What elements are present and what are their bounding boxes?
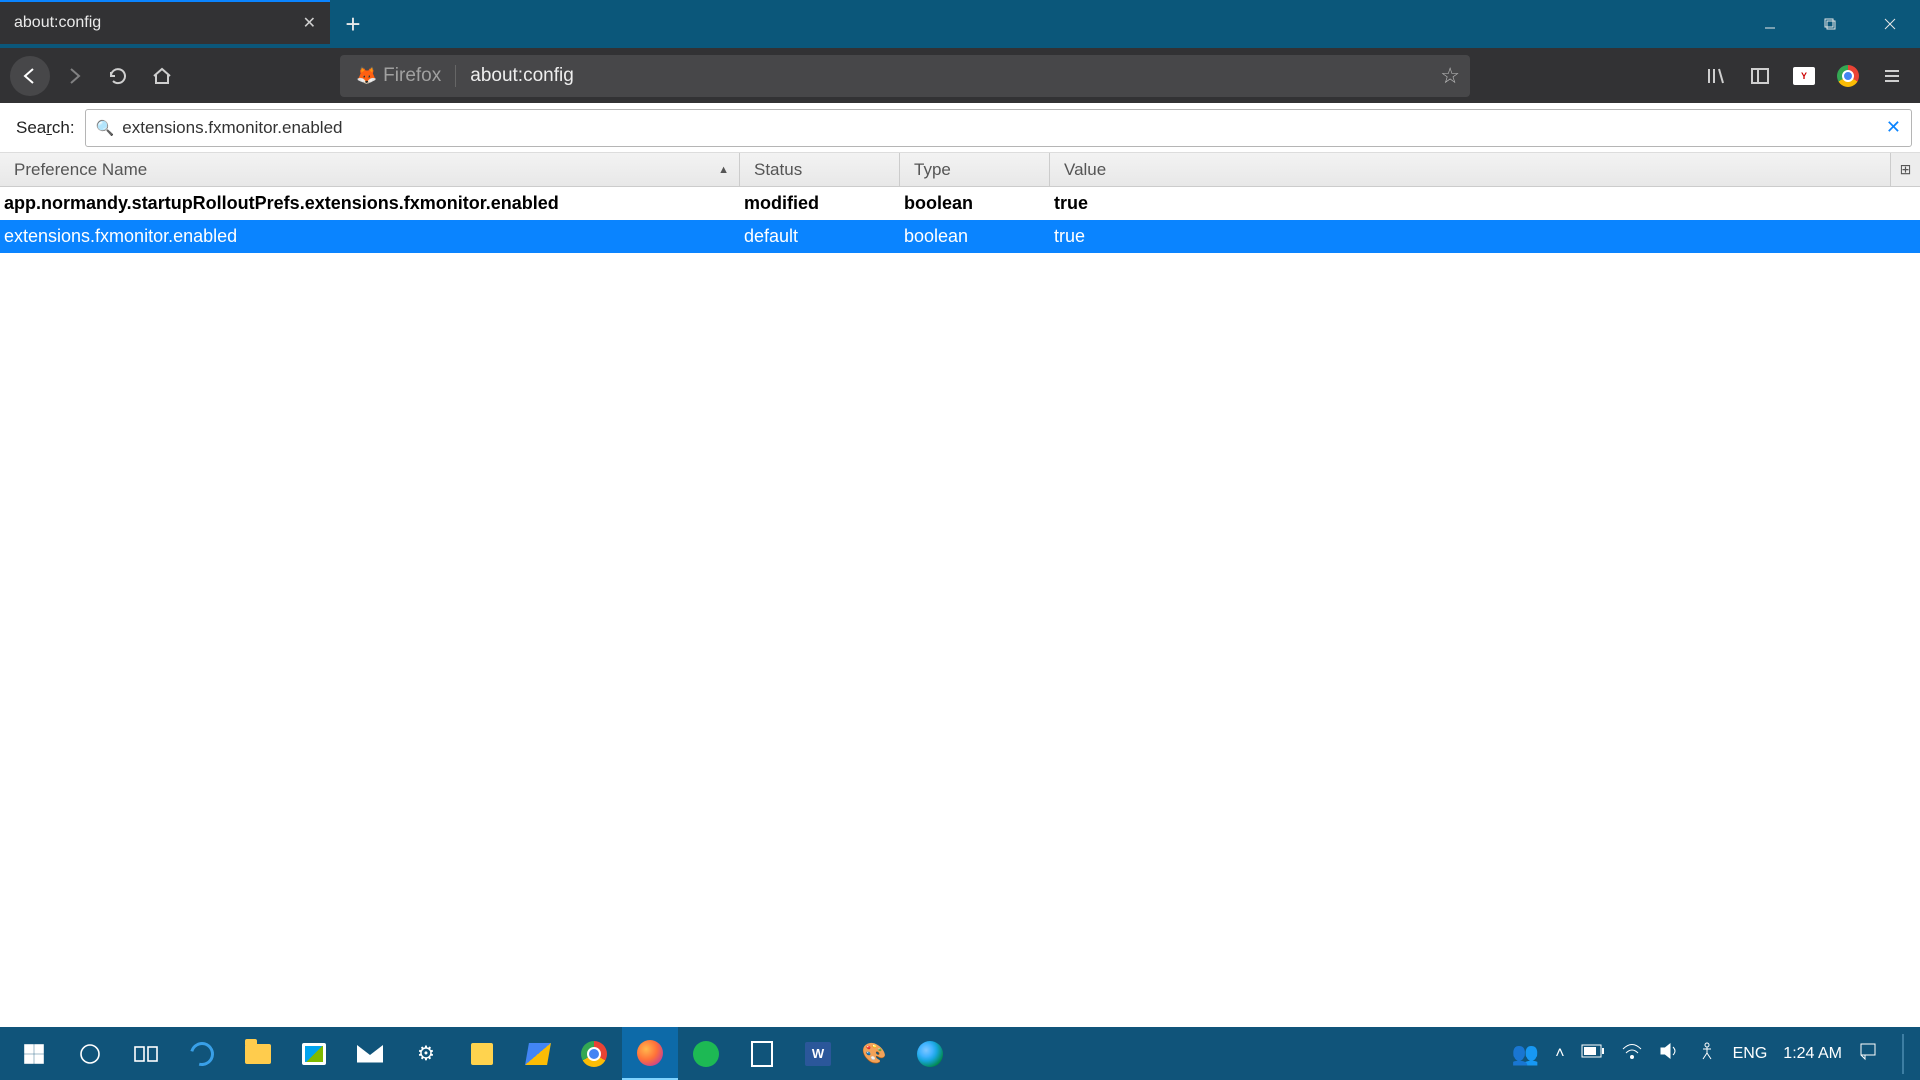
pref-name: extensions.fxmonitor.enabled (0, 226, 740, 247)
pref-status: default (740, 226, 900, 247)
taskbar-edge[interactable] (174, 1027, 230, 1080)
column-name-label: Preference Name (14, 160, 147, 180)
app-menu-button[interactable] (1874, 58, 1910, 94)
taskbar-firefox-dev[interactable] (902, 1027, 958, 1080)
clear-search-icon[interactable]: ✕ (1886, 117, 1901, 138)
palette-icon: 🎨 (860, 1040, 888, 1068)
taskbar-chrome[interactable] (566, 1027, 622, 1080)
tab-close-icon[interactable]: ✕ (303, 13, 316, 33)
tray-battery-icon[interactable] (1581, 1044, 1605, 1063)
column-type-label: Type (914, 160, 951, 180)
gear-icon: ⚙ (412, 1040, 440, 1068)
taskbar-calculator[interactable] (734, 1027, 790, 1080)
tray-clock[interactable]: 1:24 AM (1783, 1045, 1842, 1063)
taskbar-spotify[interactable] (678, 1027, 734, 1080)
search-icon: 🔍 (96, 119, 115, 137)
back-button[interactable] (10, 56, 50, 96)
column-value-label: Value (1064, 160, 1106, 180)
tab-title: about:config (14, 14, 101, 32)
pref-value: true (1050, 193, 1920, 214)
nav-toolbar: 🦊 Firefox about:config ☆ Y (0, 48, 1920, 103)
windows-taskbar: ⚙ W 🎨 👥 ˄ ENG 1:24 AM (0, 1027, 1920, 1080)
cortana-button[interactable] (62, 1027, 118, 1080)
taskbar-firefox[interactable] (622, 1027, 678, 1080)
taskbar-sticky-notes[interactable] (454, 1027, 510, 1080)
tray-wifi-icon[interactable] (1621, 1042, 1643, 1065)
search-label: Search: (8, 118, 75, 138)
taskbar-explorer[interactable] (230, 1027, 286, 1080)
bookmark-star-icon[interactable]: ☆ (1440, 63, 1460, 89)
urlbar-brand: Firefox (383, 65, 456, 87)
tray-notifications-icon[interactable] (1858, 1041, 1878, 1066)
taskbar-mail[interactable] (342, 1027, 398, 1080)
taskbar-paint[interactable]: 🎨 (846, 1027, 902, 1080)
system-tray: 👥 ˄ ENG 1:24 AM (1512, 1034, 1914, 1074)
column-type[interactable]: Type (900, 153, 1050, 186)
pref-type: boolean (900, 226, 1050, 247)
pref-table-body: app.normandy.startupRolloutPrefs.extensi… (0, 187, 1920, 253)
search-input[interactable] (122, 118, 1886, 138)
column-status[interactable]: Status (740, 153, 900, 186)
window-controls (1740, 0, 1920, 48)
tray-language[interactable]: ENG (1733, 1045, 1768, 1063)
window-minimize-button[interactable] (1740, 0, 1800, 48)
sort-indicator-icon: ▲ (718, 164, 729, 176)
reload-button[interactable] (98, 56, 138, 96)
pref-row[interactable]: extensions.fxmonitor.enableddefaultboole… (0, 220, 1920, 253)
column-status-label: Status (754, 160, 802, 180)
new-tab-button[interactable]: + (330, 0, 376, 48)
tray-volume-icon[interactable] (1659, 1042, 1681, 1065)
url-bar[interactable]: 🦊 Firefox about:config ☆ (340, 55, 1470, 97)
taskbar-settings[interactable]: ⚙ (398, 1027, 454, 1080)
column-value[interactable]: Value (1050, 153, 1920, 186)
pref-name: app.normandy.startupRolloutPrefs.extensi… (0, 193, 740, 214)
pref-row[interactable]: app.normandy.startupRolloutPrefs.extensi… (0, 187, 1920, 220)
extension-chrome-icon[interactable] (1830, 58, 1866, 94)
column-preference-name[interactable]: Preference Name ▲ (0, 153, 740, 186)
start-button[interactable] (6, 1027, 62, 1080)
library-icon[interactable] (1698, 58, 1734, 94)
show-desktop-button[interactable] (1902, 1034, 1904, 1074)
search-row: Search: 🔍 ✕ (0, 103, 1920, 153)
task-view-button[interactable] (118, 1027, 174, 1080)
pref-value: true (1050, 226, 1920, 247)
column-picker-icon[interactable]: ⊞ (1890, 153, 1920, 186)
tray-chevron-icon[interactable]: ˄ (1555, 1045, 1564, 1063)
titlebar: about:config ✕ + (0, 0, 1920, 48)
browser-tab[interactable]: about:config ✕ (0, 0, 330, 44)
taskbar-google-ads[interactable] (510, 1027, 566, 1080)
people-icon[interactable]: 👥 (1512, 1041, 1539, 1067)
taskbar-word[interactable]: W (790, 1027, 846, 1080)
firefox-icon: 🦊 (356, 66, 377, 86)
window-maximize-button[interactable] (1800, 0, 1860, 48)
search-box[interactable]: 🔍 ✕ (85, 109, 1912, 147)
urlbar-address: about:config (470, 65, 574, 87)
sidebar-icon[interactable] (1742, 58, 1778, 94)
window-close-button[interactable] (1860, 0, 1920, 48)
pref-type: boolean (900, 193, 1050, 214)
extension-ynews-icon[interactable]: Y (1786, 58, 1822, 94)
pref-status: modified (740, 193, 900, 214)
home-button[interactable] (142, 56, 182, 96)
tray-ease-of-access-icon[interactable] (1697, 1041, 1717, 1066)
taskbar-store[interactable] (286, 1027, 342, 1080)
forward-button[interactable] (54, 56, 94, 96)
pref-table-header: Preference Name ▲ Status Type Value ⊞ (0, 153, 1920, 187)
